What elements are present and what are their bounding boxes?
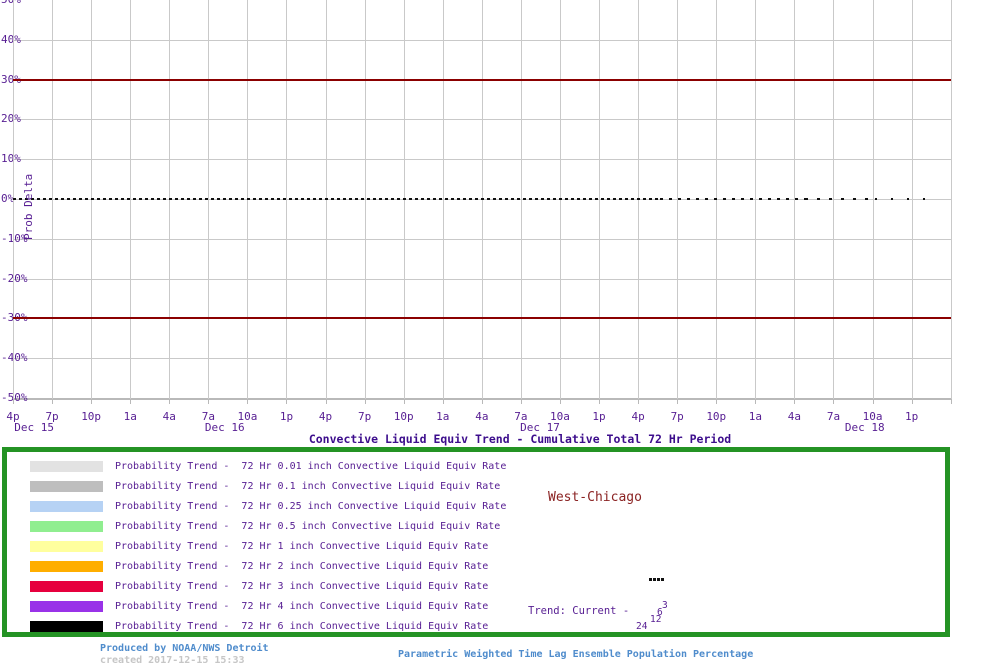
x-axis-tick-mark (13, 399, 14, 404)
legend-label: Probability Trend - 72 Hr 2 inch Convect… (115, 561, 489, 572)
zero-delta-data-line (805, 198, 875, 200)
x-tick-label: 10p (393, 410, 414, 423)
legend-label: Probability Trend - 72 Hr 6 inch Convect… (115, 621, 489, 632)
x-axis-tick-mark (247, 399, 249, 404)
x-axis-tick-mark (833, 399, 835, 404)
zero-delta-data-line (660, 198, 805, 200)
trend-period-label: 24 (636, 621, 648, 632)
x-tick-label: 10p (706, 410, 727, 423)
x-axis-tick-mark (208, 399, 210, 404)
zero-delta-data-line (875, 198, 937, 200)
x-axis-tick-mark (520, 399, 522, 404)
legend-swatch (30, 521, 103, 532)
legend-label: Probability Trend - 72 Hr 0.01 inch Conv… (115, 461, 507, 472)
chart-title: Convective Liquid Equiv Trend - Cumulati… (308, 432, 732, 446)
legend-swatch (30, 621, 103, 632)
y-axis-title: Prob Delta (22, 173, 35, 240)
y-tick-label: -40% (1, 351, 28, 365)
x-tick-label: 7p (670, 410, 684, 423)
x-tick-label: 4a (787, 410, 802, 423)
trend-dots-mark (649, 578, 664, 581)
x-axis-tick-mark (91, 399, 93, 404)
x-axis-tick-mark (794, 399, 796, 404)
chart-canvas: 50%40%30%20%10%0%-10%-20%-30%-40%-50%4p7… (0, 0, 1000, 670)
x-tick-label: 4p (318, 410, 333, 423)
legend-label: Probability Trend - 72 Hr 1 inch Convect… (115, 541, 489, 552)
legend-swatch (30, 481, 103, 492)
x-axis-tick-mark (364, 399, 366, 404)
x-axis-tick-mark (169, 399, 171, 404)
x-axis-tick-mark (638, 399, 640, 404)
x-axis-tick-mark (716, 399, 718, 404)
x-axis-tick-mark (130, 399, 132, 404)
legend-label: Probability Trend - 72 Hr 0.5 inch Conve… (115, 521, 501, 532)
zero-delta-data-line (13, 198, 660, 200)
x-axis-tick-mark (52, 399, 54, 404)
x-tick-label: 1a (123, 410, 137, 423)
legend-swatch (30, 541, 103, 552)
x-axis-tick-mark (599, 399, 601, 404)
trend-period-label: 12 (650, 614, 662, 625)
footer-method-label: Parametric Weighted Time Lag Ensemble Po… (398, 649, 754, 660)
y-tick-label: -50% (1, 391, 28, 404)
reference-line-30pct (13, 78, 951, 81)
footer-produced-by: Produced by NOAA/NWS Detroit (100, 643, 269, 654)
legend-label: Probability Trend - 72 Hr 4 inch Convect… (115, 601, 489, 612)
y-tick-label: 50% (1, 0, 21, 6)
y-tick-label: 40% (1, 32, 21, 46)
plot-area: 50%40%30%20%10%0%-10%-20%-30%-40%-50%4p7… (0, 0, 1000, 440)
legend-label: Probability Trend - 72 Hr 3 inch Convect… (115, 581, 489, 592)
footer-created-timestamp: created 2017-12-15 15:33 (100, 655, 245, 666)
x-axis-tick-mark (403, 399, 405, 404)
trend-current-label: Trend: Current - (528, 605, 630, 617)
x-axis-tick-mark (950, 399, 952, 404)
x-tick-label: 4p (631, 410, 645, 423)
x-axis-tick-mark (286, 399, 288, 404)
x-axis-tick-mark (442, 399, 444, 404)
legend-swatch (30, 581, 103, 592)
legend-swatch (30, 601, 103, 612)
x-axis-tick-mark (677, 399, 679, 404)
y-tick-label: -20% (1, 271, 28, 285)
y-tick-label: 10% (1, 152, 21, 166)
x-axis-tick-mark (325, 399, 327, 404)
legend-swatch (30, 461, 103, 472)
legend-swatch (30, 561, 103, 572)
station-label: West-Chicago (548, 490, 642, 505)
x-grid-line (950, 0, 952, 399)
legend-swatch (30, 501, 103, 512)
x-axis-tick-mark (481, 399, 483, 404)
legend-box: West-Chicago Trend: Current - Probabilit… (2, 447, 950, 637)
x-axis-tick-mark (559, 399, 561, 404)
reference-line--30pct (13, 317, 951, 320)
x-axis-tick-mark (872, 399, 874, 404)
legend-label: Probability Trend - 72 Hr 0.1 inch Conve… (115, 481, 501, 492)
y-tick-label: 20% (1, 112, 21, 126)
x-axis-tick-mark (755, 399, 757, 404)
legend-label: Probability Trend - 72 Hr 0.25 inch Conv… (115, 501, 507, 512)
x-tick-label: 1a (748, 410, 762, 423)
x-axis-tick-mark (911, 399, 913, 404)
x-tick-label: 7p (358, 410, 372, 423)
x-tick-label: 1p (279, 410, 294, 423)
x-tick-label: 1a (436, 410, 450, 423)
